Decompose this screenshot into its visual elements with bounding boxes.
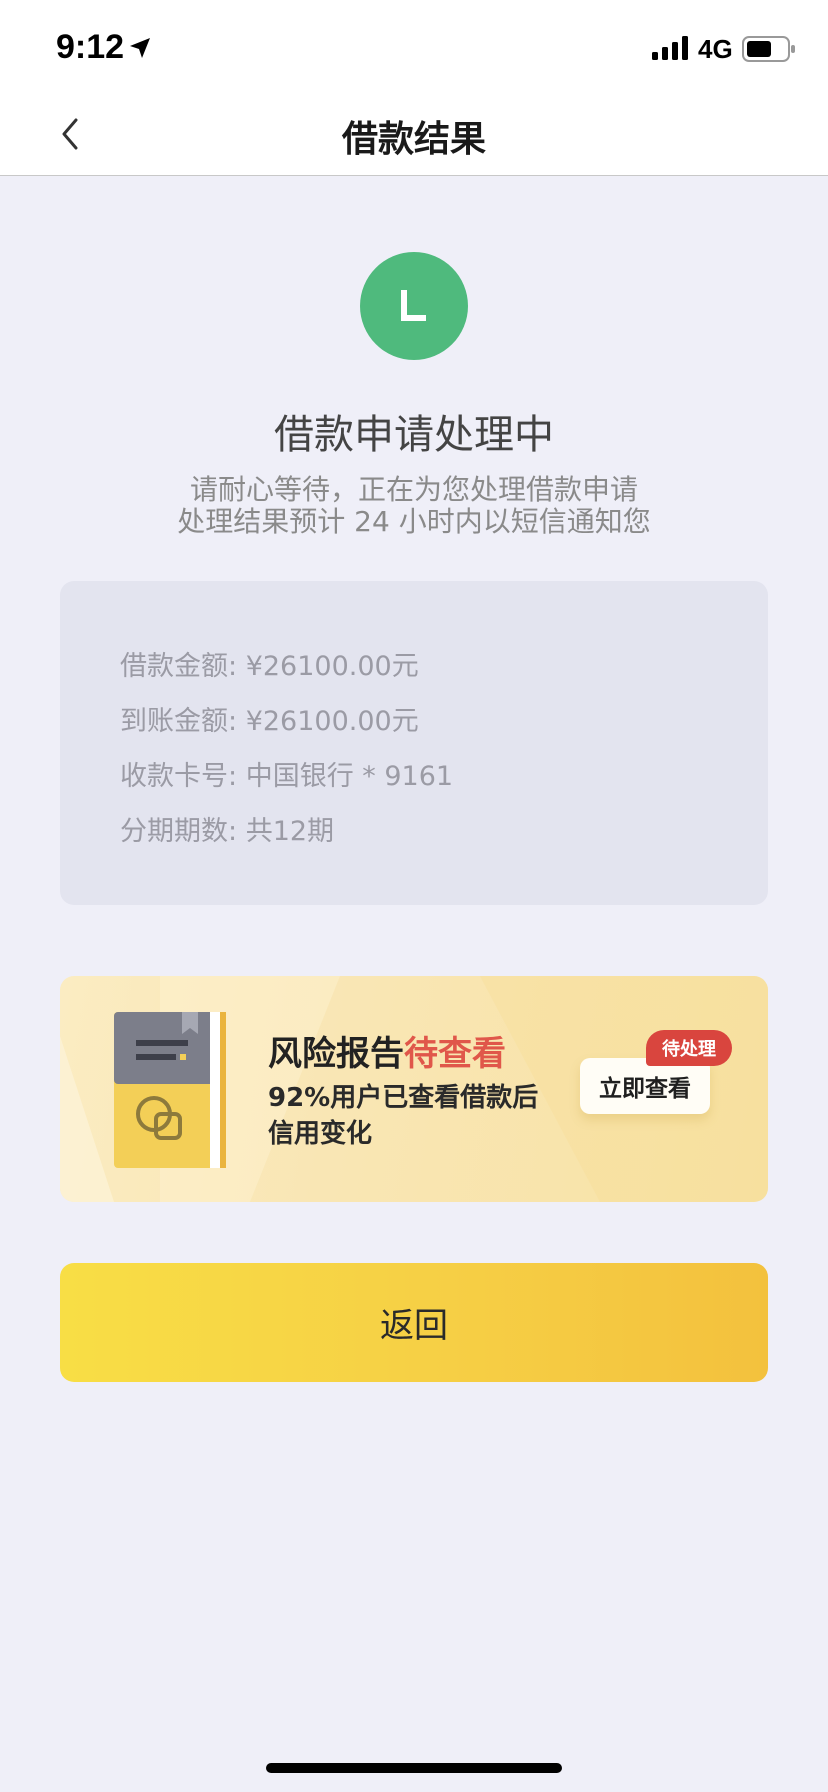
loan-amount-row: 借款金额: ¥26100.00元 (120, 644, 419, 683)
installments-label: 分期期数: (120, 816, 238, 847)
risk-report-description: 92%用户已查看借款后信用变化 (268, 1083, 539, 1149)
risk-report-title-accent: 待查看 (404, 1034, 506, 1074)
received-amount-row: 到账金额: ¥26100.00元 (120, 699, 419, 738)
loan-info-card: 借款金额: ¥26100.00元 到账金额: ¥26100.00元 收款卡号: … (60, 581, 768, 905)
loan-amount-value: ¥26100.00元 (245, 651, 419, 682)
cellular-signal-icon (652, 36, 688, 60)
risk-report-banner[interactable]: 风险报告待查看 92%用户已查看借款后信用变化 立即查看 待处理 (60, 976, 768, 1202)
received-amount-label: 到账金额: (120, 706, 238, 737)
loan-amount-label: 借款金额: (120, 651, 238, 682)
navigation-bar: 借款结果 (0, 92, 828, 176)
page-title: 借款结果 (341, 119, 486, 160)
received-amount-value: ¥26100.00元 (245, 706, 419, 737)
installments-value: 共12期 (245, 816, 335, 847)
battery-icon (742, 36, 795, 62)
pending-badge: 待处理 (646, 1030, 732, 1066)
network-type-label: 4G (698, 34, 733, 64)
clock-hands-icon (401, 290, 426, 321)
status-description-line-2: 处理结果预计 24 小时内以短信通知您 (177, 505, 651, 538)
return-button[interactable]: 返回 (60, 1263, 768, 1382)
risk-report-title-main: 风险报告 (268, 1034, 404, 1074)
status-description-line-1: 请耐心等待，正在为您处理借款申请 (189, 473, 638, 506)
report-book-icon (114, 1012, 226, 1168)
home-indicator (266, 1763, 562, 1773)
installments-row: 分期期数: 共12期 (120, 809, 334, 848)
card-number-row: 收款卡号: 中国银行 * 9161 (120, 754, 453, 793)
location-arrow-icon (130, 38, 150, 58)
risk-report-title: 风险报告待查看 (268, 1026, 506, 1075)
status-bar: 9:12 4G (0, 0, 828, 92)
view-now-button[interactable]: 立即查看 (580, 1058, 710, 1114)
processing-status-icon (360, 252, 468, 360)
status-title: 借款申请处理中 (274, 412, 554, 458)
card-number-label: 收款卡号: (120, 761, 238, 792)
card-number-value: 中国银行 * 9161 (245, 761, 454, 792)
status-time: 9:12 (56, 28, 125, 66)
status-description: 请耐心等待，正在为您处理借款申请 处理结果预计 24 小时内以短信通知您 (0, 474, 828, 538)
